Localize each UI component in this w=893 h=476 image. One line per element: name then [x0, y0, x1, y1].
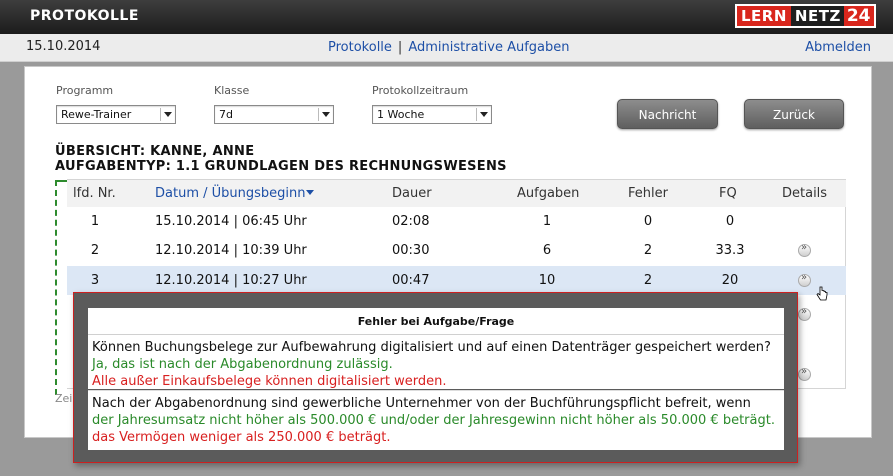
klasse-select-value: 7d — [219, 108, 233, 121]
logout-link[interactable]: Abmelden — [805, 40, 871, 55]
popup-title: Fehler bei Aufgabe/Frage — [88, 308, 784, 335]
footer-partial-text: Zei — [55, 392, 73, 405]
col-header-date[interactable]: Datum / Übungsbeginn — [155, 186, 315, 201]
nav-link-protokolle[interactable]: Protokolle — [328, 40, 392, 55]
question-text: Nach der Abgabenordnung sind gewerbliche… — [92, 396, 751, 411]
lernnetz-logo: LERN NETZ 24 — [735, 4, 876, 28]
chevron-down-icon — [160, 108, 173, 121]
focus-outline-vertical — [55, 180, 57, 395]
cell-nr: 3 — [90, 273, 100, 288]
cell-nr: 1 — [90, 214, 100, 229]
app-title: PROTOKOLLE — [30, 8, 139, 24]
nav-link-admin-tasks[interactable]: Administrative Aufgaben — [408, 40, 569, 55]
hand-cursor-icon — [816, 286, 828, 301]
cell-errors: 2 — [643, 273, 653, 288]
wrong-answer: das Vermögen weniger als 250.000 € beträ… — [92, 430, 391, 445]
correct-answer: der Jahresumsatz nicht höher als 500.000… — [92, 413, 775, 428]
col-header-duration[interactable]: Dauer — [392, 186, 432, 201]
col-header-nr[interactable]: lfd. Nr. — [73, 186, 116, 201]
correct-answer: Ja, das ist nach der Abgabenordnung zulä… — [92, 357, 393, 372]
logo-part-3: 24 — [843, 6, 874, 26]
programm-select[interactable]: Rewe-Trainer — [56, 105, 176, 124]
nav-separator: | — [397, 40, 403, 55]
zurueck-button[interactable]: Zurück — [744, 99, 844, 129]
programm-label: Programm — [56, 84, 114, 97]
overview-title: ÜBERSICHT: KANNE, ANNE — [55, 144, 255, 159]
table-row[interactable]: 1 15.10.2014 | 06:45 Uhr 02:08 1 0 0 — [67, 207, 846, 236]
popup-question-block: Können Buchungsbelege zur Aufbewahrung d… — [88, 335, 784, 389]
nachricht-button[interactable]: Nachricht — [617, 99, 718, 129]
question-text: Können Buchungsbelege zur Aufbewahrung d… — [92, 340, 771, 355]
top-bar: PROTOKOLLE LERN NETZ 24 — [0, 0, 893, 34]
task-type-title: AUFGABENTYP: 1.1 GRUNDLAGEN DES RECHNUNG… — [55, 159, 507, 174]
cell-tasks: 6 — [542, 243, 552, 258]
details-arrow-icon[interactable] — [798, 242, 811, 257]
error-popup: Fehler bei Aufgabe/Frage Können Buchungs… — [73, 292, 798, 463]
details-arrow-icon[interactable] — [798, 306, 811, 321]
programm-select-value: Rewe-Trainer — [61, 108, 132, 121]
details-arrow-icon[interactable] — [798, 272, 811, 287]
cell-nr: 2 — [90, 243, 100, 258]
nav-links: Protokolle | Administrative Aufgaben — [328, 40, 570, 55]
popup-question-block: Nach der Abgabenordnung sind gewerbliche… — [88, 390, 784, 450]
current-date: 15.10.2014 — [26, 39, 101, 54]
chevron-down-icon — [318, 108, 331, 121]
cell-tasks: 1 — [542, 214, 552, 229]
klasse-select[interactable]: 7d — [214, 105, 334, 124]
table-row-highlighted[interactable]: 3 12.10.2014 | 10:27 Uhr 00:47 10 2 20 — [67, 266, 846, 295]
col-header-details: Details — [782, 186, 828, 201]
zeitraum-select[interactable]: 1 Woche — [372, 105, 492, 124]
cell-duration: 02:08 — [392, 214, 430, 229]
cell-duration: 00:30 — [392, 243, 430, 258]
logo-part-1: LERN — [737, 6, 791, 26]
cell-date: 15.10.2014 | 06:45 Uhr — [155, 214, 307, 229]
col-header-tasks[interactable]: Aufgaben — [517, 186, 579, 201]
cell-errors: 0 — [643, 214, 653, 229]
zeitraum-select-value: 1 Woche — [377, 108, 425, 121]
sort-down-icon — [306, 190, 315, 195]
cell-fq: 33.3 — [715, 243, 745, 258]
zeitraum-label: Protokollzeitraum — [372, 84, 469, 97]
col-header-fq[interactable]: FQ — [719, 186, 737, 201]
focus-outline-horizontal — [55, 180, 67, 182]
col-header-date-label: Datum / Übungsbeginn — [155, 186, 306, 201]
logo-part-2: NETZ — [790, 6, 844, 26]
cell-fq: 20 — [721, 273, 739, 288]
cell-fq: 0 — [725, 214, 735, 229]
wrong-answer: Alle außer Einkaufsbelege können digital… — [92, 374, 447, 389]
table-row[interactable]: 2 12.10.2014 | 10:39 Uhr 00:30 6 2 33.3 — [67, 236, 846, 265]
details-arrow-icon[interactable] — [798, 366, 811, 381]
cell-date: 12.10.2014 | 10:39 Uhr — [155, 243, 307, 258]
klasse-label: Klasse — [214, 84, 250, 97]
cell-date: 12.10.2014 | 10:27 Uhr — [155, 273, 307, 288]
cell-errors: 2 — [643, 243, 653, 258]
chevron-down-icon — [476, 108, 489, 121]
col-header-errors[interactable]: Fehler — [628, 186, 668, 201]
cell-tasks: 10 — [538, 273, 556, 288]
table-header: lfd. Nr. Datum / Übungsbeginn Dauer Aufg… — [67, 180, 846, 207]
nav-bar: 15.10.2014 Protokolle | Administrative Auf… — [0, 34, 893, 62]
cell-duration: 00:47 — [392, 273, 430, 288]
